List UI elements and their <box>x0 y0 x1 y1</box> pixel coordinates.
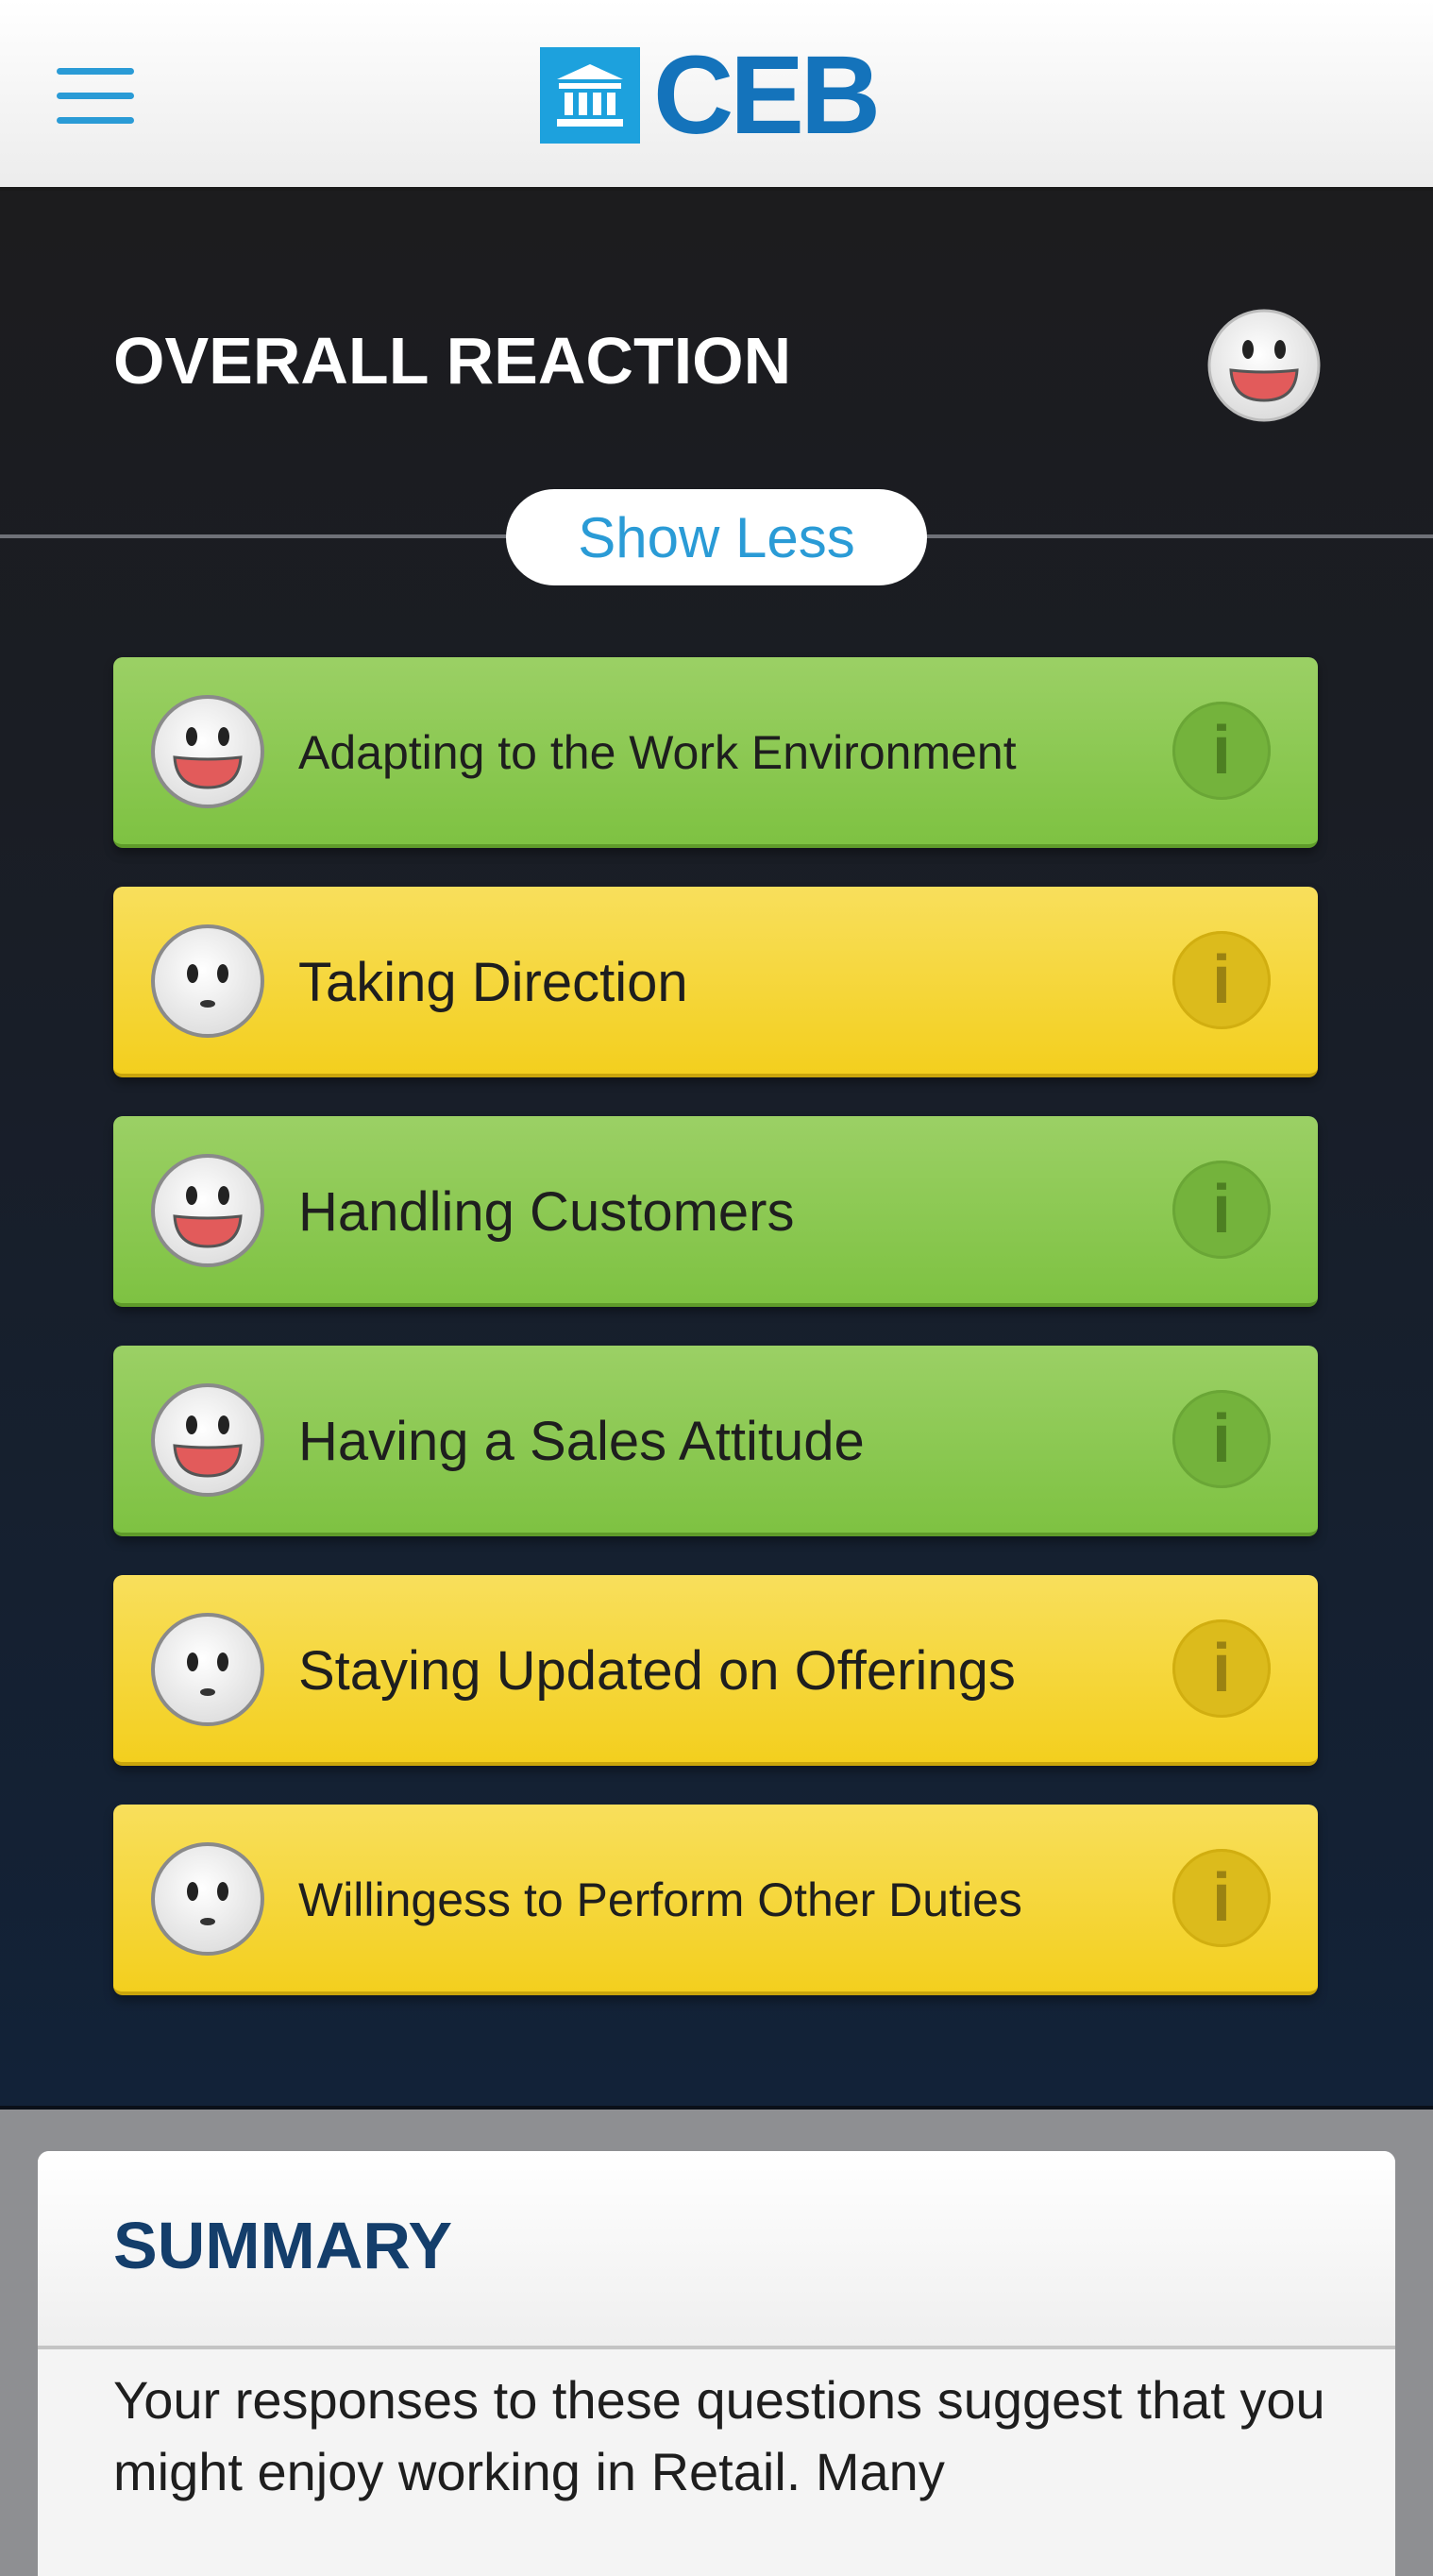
info-glyph: i <box>1211 1631 1231 1706</box>
reaction-row[interactable]: Staying Updated on Offerings i <box>113 1575 1318 1766</box>
info-glyph: i <box>1211 1860 1231 1936</box>
info-icon[interactable]: i <box>1172 1161 1271 1259</box>
summary-header: SUMMARY <box>38 2151 1395 2349</box>
reaction-label: Taking Direction <box>298 951 688 1013</box>
reaction-row[interactable]: Taking Direction i <box>113 887 1318 1077</box>
reaction-label: Having a Sales Attitude <box>298 1410 865 1472</box>
info-glyph: i <box>1211 942 1231 1018</box>
reaction-row[interactable]: Willingess to Perform Other Duties i <box>113 1805 1318 1995</box>
info-icon[interactable]: i <box>1172 1619 1271 1718</box>
happy-face-icon <box>149 1381 266 1502</box>
info-glyph: i <box>1211 1401 1231 1477</box>
reaction-row[interactable]: Having a Sales Attitude i <box>113 1346 1318 1536</box>
show-less-button[interactable]: Show Less <box>506 489 927 585</box>
info-glyph: i <box>1211 713 1231 788</box>
reaction-label: Staying Updated on Offerings <box>298 1639 1016 1702</box>
reaction-panel: OVERALL REACTION Show Less Adapting to t… <box>0 191 1433 2110</box>
bank-building-icon <box>540 47 640 144</box>
info-icon[interactable]: i <box>1172 1849 1271 1947</box>
info-glyph: i <box>1211 1172 1231 1247</box>
overall-reaction-title: OVERALL REACTION <box>113 324 792 398</box>
reaction-label: Willingess to Perform Other Duties <box>298 1873 1022 1926</box>
ceb-logo[interactable]: CEB <box>540 40 881 151</box>
summary-card: SUMMARY Your responses to these question… <box>38 2151 1395 2576</box>
info-icon[interactable]: i <box>1172 1390 1271 1488</box>
neutral-face-icon <box>149 1840 266 1961</box>
happy-face-icon <box>149 693 266 814</box>
summary-text: Your responses to these questions sugges… <box>113 2370 1325 2501</box>
neutral-face-icon <box>149 1611 266 1732</box>
summary-title: SUMMARY <box>113 2209 453 2282</box>
reaction-label: Handling Customers <box>298 1180 795 1243</box>
info-icon[interactable]: i <box>1172 931 1271 1029</box>
reaction-row[interactable]: Handling Customers i <box>113 1116 1318 1307</box>
neutral-face-icon <box>149 923 266 1043</box>
happy-face-icon <box>149 1152 266 1273</box>
app-header: CEB <box>0 0 1433 191</box>
logo-text: CEB <box>653 33 881 158</box>
hamburger-icon[interactable] <box>57 68 134 125</box>
reaction-label: Adapting to the Work Environment <box>298 726 1017 779</box>
info-icon[interactable]: i <box>1172 702 1271 800</box>
reaction-row[interactable]: Adapting to the Work Environment i <box>113 657 1318 848</box>
happy-face-icon <box>1206 308 1322 427</box>
